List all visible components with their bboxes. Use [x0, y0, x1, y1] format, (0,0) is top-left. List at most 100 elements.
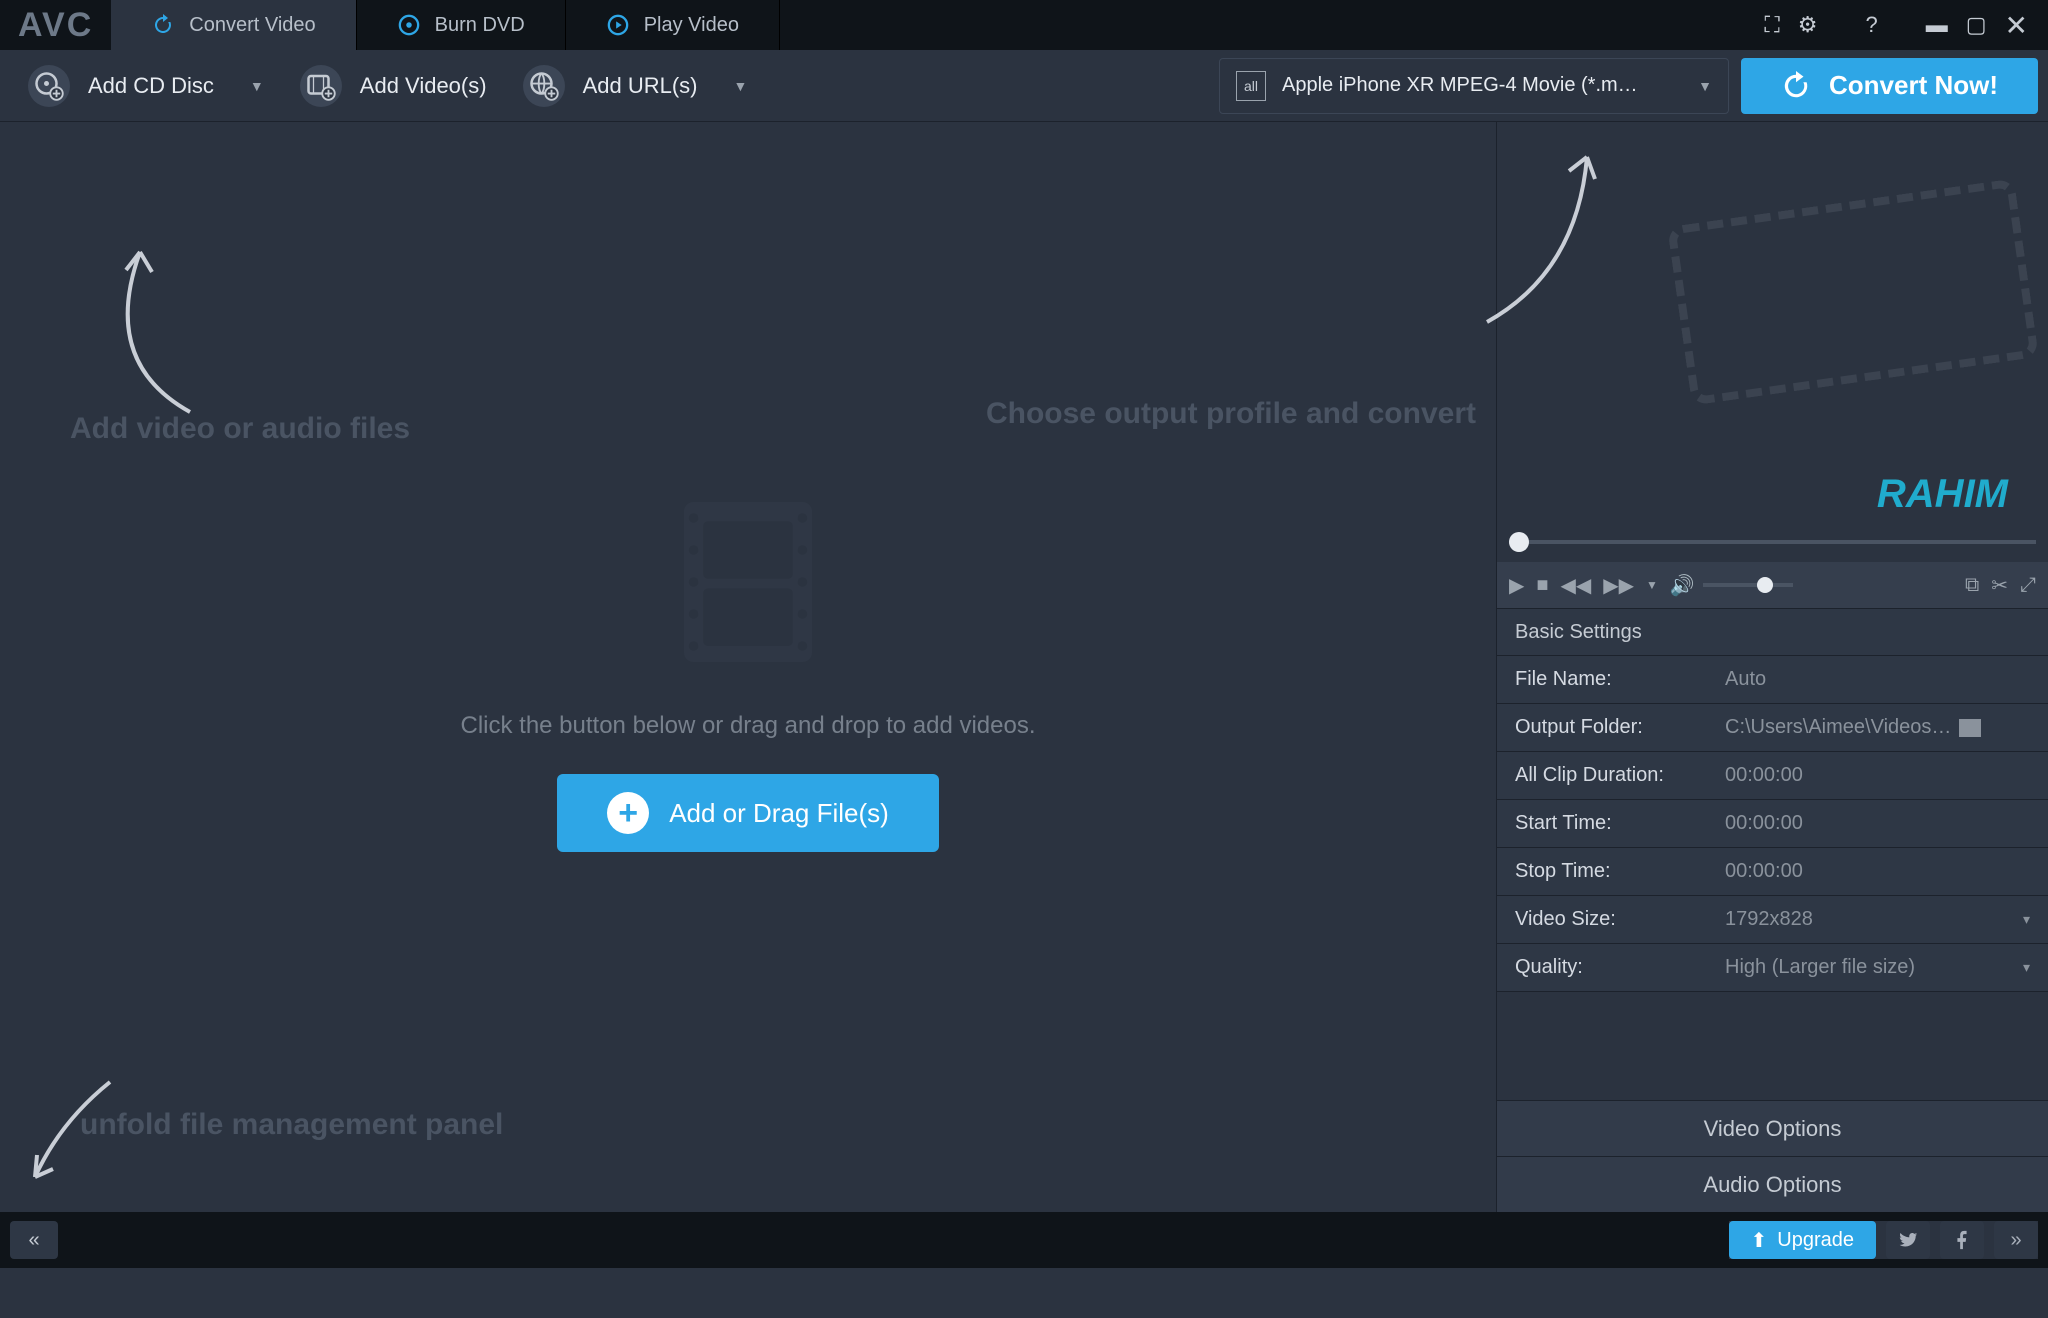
label: All Clip Duration: [1515, 764, 1725, 787]
snapshot-icon[interactable]: ⧉ [1965, 574, 1979, 597]
main-content: Add video or audio files Choose output p… [0, 122, 2048, 1212]
upgrade-button[interactable]: ⬆ Upgrade [1729, 1221, 1876, 1259]
drop-area[interactable]: Add video or audio files Choose output p… [0, 122, 1496, 1212]
refresh-icon [1781, 71, 1811, 101]
refresh-icon [151, 13, 175, 37]
convert-now-button[interactable]: Convert Now! [1741, 58, 2038, 114]
hint-choose-output: Choose output profile and convert [986, 397, 1476, 431]
maximize-icon[interactable]: ▢ [1966, 12, 1987, 38]
button-label: Add or Drag File(s) [669, 798, 889, 829]
twitter-icon[interactable] [1886, 1221, 1930, 1259]
titlebar: AVC Convert Video Burn DVD Play Video ⛶ … [0, 0, 2048, 50]
folder-icon[interactable] [1959, 719, 1981, 737]
chevron-down-icon: ▾ [2023, 911, 2030, 928]
watermark: RAHIM [1877, 472, 2008, 517]
tab-play-video[interactable]: Play Video [566, 0, 780, 50]
close-icon[interactable]: ✕ [2005, 9, 2028, 42]
value: 1792x828 [1725, 908, 2023, 931]
film-placeholder-icon [668, 482, 828, 682]
prev-icon[interactable]: ◀◀ [1560, 573, 1591, 598]
value: 00:00:00 [1725, 764, 1803, 787]
main-tabs: Convert Video Burn DVD Play Video [111, 0, 780, 50]
row-all-clip-duration: All Clip Duration: 00:00:00 [1497, 752, 2048, 800]
preview-area: RAHIM [1497, 122, 2048, 522]
hint-add-files: Add video or audio files [70, 412, 410, 446]
tab-burn-dvd[interactable]: Burn DVD [357, 0, 566, 50]
screen-icon[interactable]: ⛶ [1764, 12, 1779, 38]
gear-icon[interactable]: ⚙ [1798, 12, 1818, 38]
up-arrow-icon: ⬆ [1751, 1228, 1768, 1253]
play-icon [606, 13, 630, 37]
tab-label: Convert Video [189, 14, 315, 37]
label: File Name: [1515, 668, 1725, 691]
value[interactable]: C:\Users\Aimee\Videos… [1725, 716, 1951, 739]
value[interactable]: 00:00:00 [1725, 812, 1803, 835]
footer: « ⬆ Upgrade » [0, 1212, 2048, 1268]
tab-label: Burn DVD [435, 14, 525, 37]
filmstrip-graphic [1667, 179, 2039, 406]
stop-icon[interactable]: ■ [1536, 574, 1548, 597]
row-video-size[interactable]: Video Size: 1792x828 ▾ [1497, 896, 2048, 944]
chevron-down-icon: ▼ [1698, 78, 1712, 94]
profile-all-icon: all [1236, 71, 1266, 101]
value[interactable]: Auto [1725, 668, 1766, 691]
output-profile-dropdown[interactable]: all Apple iPhone XR MPEG-4 Movie (*.m… ▼ [1219, 58, 1729, 114]
speaker-icon: 🔊 [1670, 573, 1695, 598]
expand-icon[interactable]: ⤢ [2020, 574, 2036, 597]
chevron-down-icon: ▼ [733, 78, 747, 94]
add-videos-button[interactable]: Add Video(s) [282, 58, 505, 114]
chevron-down-icon: ▾ [2023, 959, 2030, 976]
volume-control[interactable]: 🔊 [1670, 573, 1793, 598]
app-logo: AVC [0, 6, 111, 45]
next-icon[interactable]: ▶▶ [1603, 573, 1634, 598]
play-icon[interactable]: ▶ [1509, 573, 1524, 598]
player-controls: ▶ ■ ◀◀ ▶▶ ▼ 🔊 ⧉ ✂ ⤢ [1497, 562, 2048, 608]
seek-thumb[interactable] [1509, 532, 1529, 552]
add-or-drag-files-button[interactable]: + Add or Drag File(s) [557, 774, 939, 852]
tab-convert-video[interactable]: Convert Video [111, 0, 356, 50]
hint-arrow-icon [70, 242, 200, 422]
hint-arrow-icon [1467, 142, 1627, 332]
value: High (Larger file size) [1725, 956, 2023, 979]
label: Quality: [1515, 956, 1725, 979]
basic-settings-panel: Basic Settings File Name: Auto Output Fo… [1497, 608, 2048, 992]
drop-instruction: Click the button below or drag and drop … [460, 712, 1035, 740]
row-quality[interactable]: Quality: High (Larger file size) ▾ [1497, 944, 2048, 992]
row-file-name: File Name: Auto [1497, 656, 2048, 704]
button-label: Convert Now! [1829, 70, 1998, 101]
help-icon[interactable]: ? [1865, 12, 1877, 38]
tab-label: Play Video [644, 14, 739, 37]
disc-icon [397, 13, 421, 37]
profile-label: Apple iPhone XR MPEG-4 Movie (*.m… [1282, 74, 1664, 97]
row-stop-time: Stop Time: 00:00:00 [1497, 848, 2048, 896]
video-options-button[interactable]: Video Options [1497, 1100, 2048, 1156]
window-controls: ⛶ ⚙ ? ▬ ▢ ✕ [1764, 9, 2048, 42]
plus-icon: + [607, 792, 649, 834]
footer-right: ⬆ Upgrade » [1729, 1221, 2038, 1259]
disc-plus-icon [28, 65, 70, 107]
hint-unfold-panel: unfold file management panel [80, 1108, 503, 1142]
button-label: Add Video(s) [360, 73, 487, 99]
more-icon[interactable]: » [1994, 1221, 2038, 1259]
minimize-icon[interactable]: ▬ [1926, 12, 1948, 38]
side-panel: RAHIM ▶ ■ ◀◀ ▶▶ ▼ 🔊 ⧉ ✂ ⤢ Basic Settings… [1496, 122, 2048, 1212]
expand-panel-button[interactable]: « [10, 1221, 58, 1259]
toolbar: Add CD Disc ▼ Add Video(s) Add URL(s) ▼ … [0, 50, 2048, 122]
chevron-down-icon[interactable]: ▼ [1646, 578, 1658, 592]
button-label: Upgrade [1777, 1229, 1854, 1252]
facebook-icon[interactable] [1940, 1221, 1984, 1259]
chevron-down-icon: ▼ [250, 78, 264, 94]
add-cd-disc-button[interactable]: Add CD Disc ▼ [10, 58, 282, 114]
seek-bar[interactable] [1497, 522, 2048, 562]
volume-thumb[interactable] [1757, 577, 1773, 593]
value[interactable]: 00:00:00 [1725, 860, 1803, 883]
audio-options-button[interactable]: Audio Options [1497, 1156, 2048, 1212]
film-plus-icon [300, 65, 342, 107]
add-urls-button[interactable]: Add URL(s) ▼ [505, 58, 766, 114]
button-label: Add URL(s) [583, 73, 698, 99]
globe-plus-icon [523, 65, 565, 107]
label: Output Folder: [1515, 716, 1725, 739]
button-label: Add CD Disc [88, 73, 214, 99]
row-start-time: Start Time: 00:00:00 [1497, 800, 2048, 848]
cut-icon[interactable]: ✂ [1991, 573, 2008, 598]
